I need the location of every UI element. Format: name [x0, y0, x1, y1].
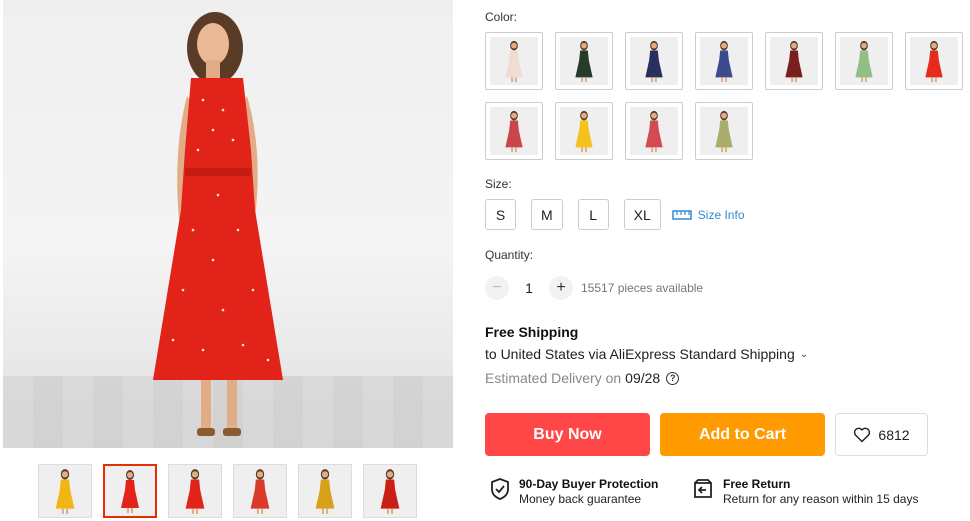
- size-option-l[interactable]: L: [577, 199, 609, 230]
- size-label: Size:: [485, 177, 512, 191]
- quantity-label: Quantity:: [485, 248, 534, 262]
- chevron-down-icon: ⌄: [799, 348, 809, 360]
- color-swatch[interactable]: [555, 32, 613, 90]
- buy-now-button[interactable]: Buy Now: [485, 413, 650, 456]
- gallery-thumbnail[interactable]: [363, 464, 417, 518]
- quantity-stepper: − 1 + 15517 pieces available: [485, 276, 703, 300]
- thumbnail-strip: [38, 464, 417, 518]
- gallery-thumbnail[interactable]: [103, 464, 157, 518]
- delivery-date: 09/28: [625, 370, 661, 386]
- size-info-link[interactable]: Size Info: [672, 208, 745, 222]
- free-return: Free Return Return for any reason within…: [691, 477, 918, 506]
- return-title: Free Return: [723, 477, 791, 491]
- shield-check-icon: [491, 478, 509, 500]
- shipping-title: Free Shipping: [485, 324, 579, 340]
- model-in-red-dress-image: [153, 12, 283, 436]
- estimated-delivery: Estimated Delivery on 09/28 ?: [485, 370, 680, 386]
- color-label: Color:: [485, 10, 518, 24]
- color-swatch[interactable]: [695, 32, 753, 90]
- buyer-protection: 90-Day Buyer Protection Money back guara…: [489, 477, 658, 506]
- ruler-icon: [672, 209, 692, 220]
- quantity-decrease-button[interactable]: −: [485, 276, 509, 300]
- size-option-m[interactable]: M: [531, 199, 563, 230]
- quantity-increase-button[interactable]: +: [549, 276, 573, 300]
- gallery-thumbnail[interactable]: [233, 464, 287, 518]
- color-swatch[interactable]: [835, 32, 893, 90]
- wishlist-button[interactable]: 6812: [835, 413, 928, 456]
- color-swatch[interactable]: [905, 32, 963, 90]
- protection-subtitle: Money back guarantee: [519, 492, 642, 506]
- color-swatch[interactable]: [485, 32, 543, 90]
- color-swatch[interactable]: [485, 102, 543, 160]
- delivery-label: Estimated Delivery on: [485, 370, 622, 386]
- add-to-cart-button[interactable]: Add to Cart: [660, 413, 825, 456]
- main-product-image[interactable]: [3, 0, 453, 448]
- return-box-icon: [694, 479, 712, 498]
- wishlist-count: 6812: [878, 426, 910, 443]
- size-option-xl[interactable]: XL: [623, 199, 661, 230]
- size-info-label: Size Info: [697, 207, 745, 222]
- size-option-s[interactable]: S: [485, 199, 516, 230]
- shipping-method-selector[interactable]: to United States via AliExpress Standard…: [485, 346, 808, 362]
- gallery-thumbnail[interactable]: [298, 464, 352, 518]
- color-swatch[interactable]: [765, 32, 823, 90]
- protection-title: 90-Day Buyer Protection: [519, 477, 659, 491]
- return-subtitle: Return for any reason within 15 days: [723, 492, 919, 506]
- heart-icon: [854, 427, 871, 442]
- available-stock-text: 15517 pieces available: [581, 281, 704, 295]
- color-swatch[interactable]: [625, 102, 683, 160]
- color-swatch[interactable]: [625, 32, 683, 90]
- size-selector: S M L XL Size Info: [485, 199, 745, 230]
- gallery-thumbnail[interactable]: [38, 464, 92, 518]
- color-swatch[interactable]: [695, 102, 753, 160]
- shipping-method-text: to United States via AliExpress Standard…: [485, 346, 795, 362]
- color-swatch[interactable]: [555, 102, 613, 160]
- quantity-value[interactable]: 1: [509, 280, 549, 296]
- gallery-thumbnail[interactable]: [168, 464, 222, 518]
- help-icon[interactable]: ?: [666, 371, 680, 385]
